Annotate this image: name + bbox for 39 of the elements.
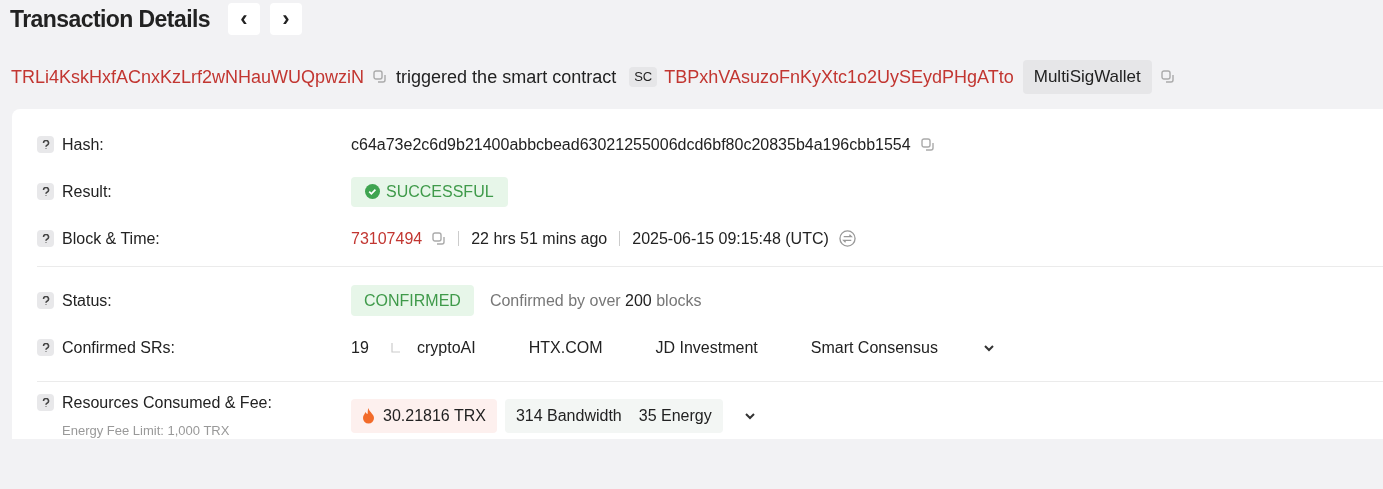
result-badge: SUCCESSFUL: [351, 176, 508, 207]
status-badge: CONFIRMED: [351, 285, 474, 316]
contract-name: MultiSigWallet: [1022, 60, 1152, 94]
sr-name[interactable]: Smart Consensus: [810, 335, 938, 360]
field-sublabel: Energy Fee Limit: 1,000 TRX: [62, 421, 231, 440]
fee-badge: 30.21816 TRX: [351, 398, 497, 433]
help-icon[interactable]: [37, 230, 54, 247]
contract-link[interactable]: TBPxhVAsuzoFnKyXtc1o2UySEydPHgATto: [664, 63, 1014, 91]
flame-icon: [362, 407, 375, 424]
help-icon[interactable]: [37, 394, 54, 412]
field-label: Hash:: [62, 134, 104, 155]
page-title: Transaction Details: [10, 4, 210, 34]
resources-badge: 314 Bandwidth 35 Energy: [504, 398, 723, 433]
field-label: Result:: [62, 181, 112, 202]
block-link[interactable]: 73107494: [351, 226, 423, 251]
field-label: Block & Time:: [62, 228, 160, 249]
address-link[interactable]: TRLi4KskHxfACnxKzLrf2wNHauWUQpwziN: [11, 63, 365, 91]
contract-tag: SC: [629, 67, 658, 87]
check-circle-icon: [365, 184, 380, 199]
block-time: 2025-06-15 09:15:48 (UTC): [632, 228, 829, 249]
nav-button[interactable]: ›: [270, 3, 302, 35]
hash-value: c64a73e2c6d9b21400abbcbead63021255006dcd6bf80c20835b4a196cbb1554: [351, 134, 911, 155]
nav-button[interactable]: ‹: [228, 3, 260, 35]
field-label: Confirmed SRs:: [62, 337, 175, 358]
swap-circle-icon[interactable]: [838, 230, 856, 247]
help-icon[interactable]: [37, 339, 54, 356]
sr-name[interactable]: JD Investment: [655, 335, 758, 360]
help-icon[interactable]: [37, 136, 54, 153]
field-label: Status:: [62, 290, 112, 311]
help-icon[interactable]: [37, 292, 54, 309]
help-icon[interactable]: [37, 183, 54, 200]
action-text: triggered the smart contract: [396, 65, 617, 89]
field-label: Resources Consumed & Fee:: [62, 392, 272, 413]
sr-name[interactable]: cryptoAI: [417, 335, 476, 360]
corner-icon: [391, 342, 401, 353]
block-age: 22 hrs 51 mins ago: [471, 228, 608, 249]
status-note: Confirmed by over 200 blocks: [489, 290, 702, 311]
sr-name[interactable]: HTX.COM: [528, 335, 603, 360]
sr-count: 19: [351, 337, 370, 358]
